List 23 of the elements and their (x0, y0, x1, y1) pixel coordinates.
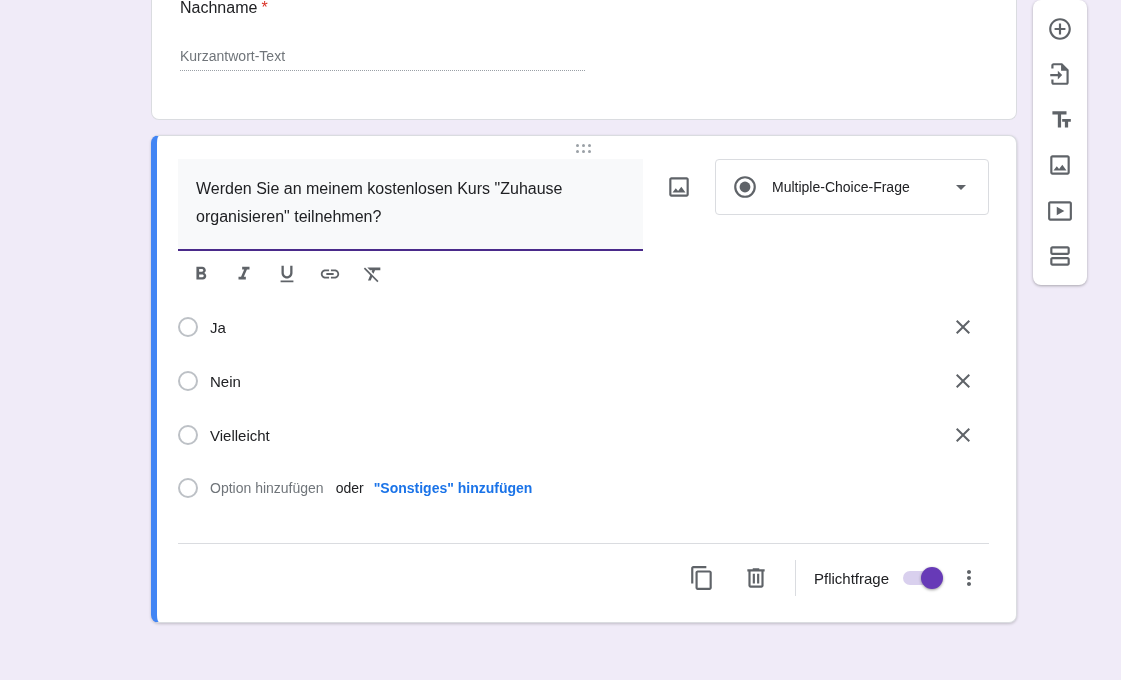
required-asterisk: * (261, 0, 268, 18)
caret-icon (956, 184, 966, 190)
question-type-dropdown[interactable]: Multiple-Choice-Frage (715, 159, 989, 215)
add-option-link[interactable]: Option hinzufügen (210, 480, 324, 496)
radio-button[interactable] (178, 371, 198, 391)
option-label[interactable]: Ja (210, 318, 939, 336)
add-other-link[interactable]: "Sonstiges" hinzufügen (373, 480, 533, 496)
required-label: Pflichtfrage (813, 569, 889, 587)
add-question-icon[interactable] (1047, 15, 1073, 42)
option-label[interactable]: Vielleicht (210, 426, 939, 444)
question-label: Nachname (180, 0, 258, 18)
radio-button[interactable] (178, 317, 198, 337)
image-icon[interactable] (666, 174, 692, 200)
option-label[interactable]: Nein (210, 372, 939, 390)
short-answer-field[interactable]: Kurzantwort-Text (180, 42, 585, 71)
or-text: oder (335, 480, 364, 496)
radio-button[interactable] (178, 425, 198, 445)
radio-button-icon (732, 174, 758, 200)
copy-icon[interactable] (688, 565, 715, 591)
question-title-field[interactable]: Werden Sie an meinem kostenlosen Kurs "Zuhause organisieren" teilnehmen? (178, 159, 643, 251)
radio-button[interactable] (178, 478, 198, 498)
required-toggle[interactable] (921, 567, 943, 589)
drag-handle-icon[interactable] (576, 144, 591, 153)
